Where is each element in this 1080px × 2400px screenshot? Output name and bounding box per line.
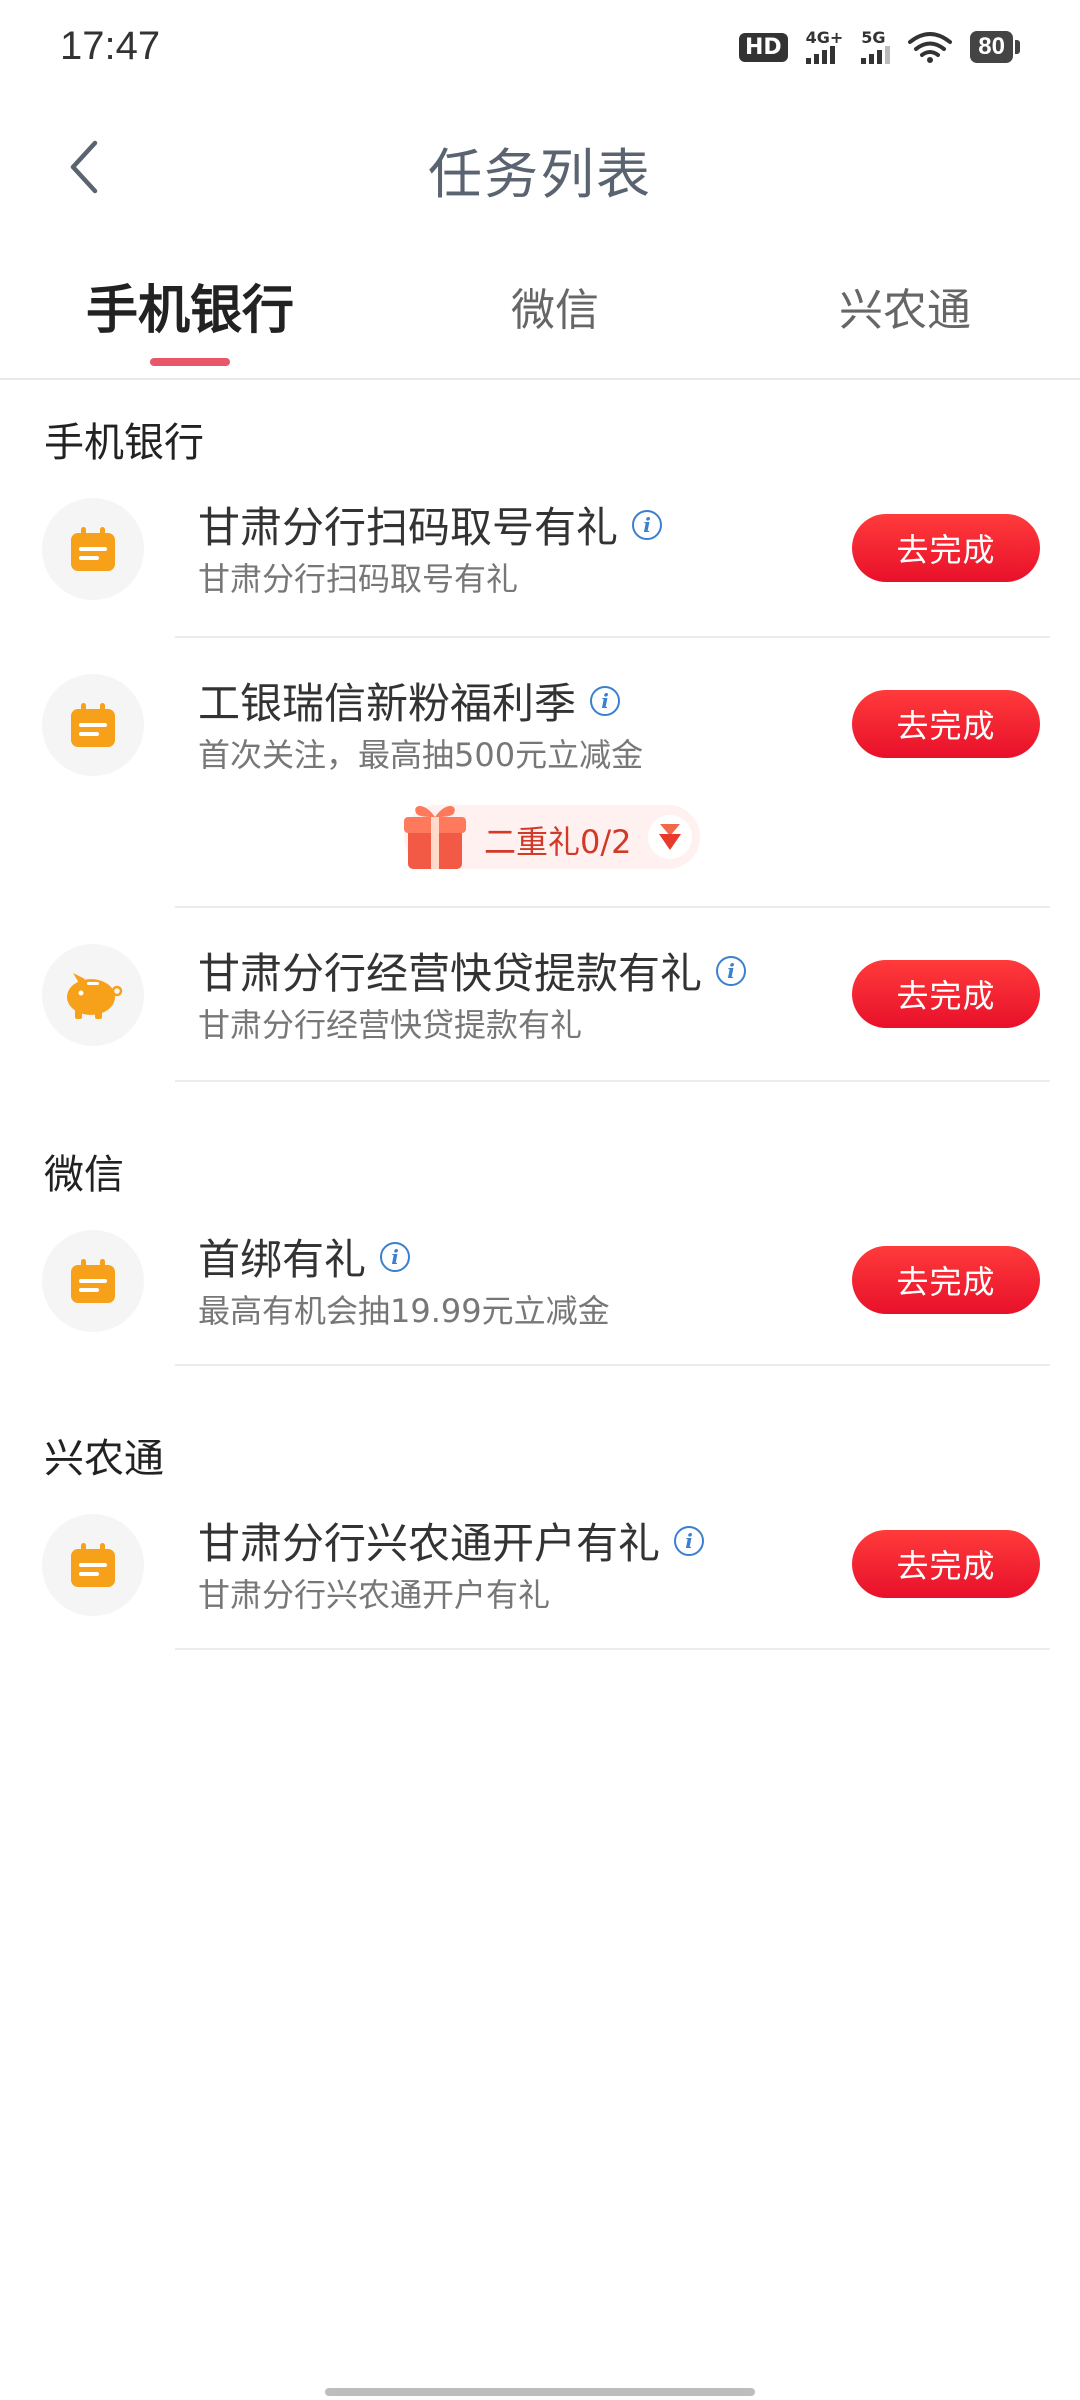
task-title-text: 甘肃分行扫码取号有礼 [198, 503, 619, 552]
go-complete-button[interactable]: 去完成 [852, 690, 1040, 758]
task-desc: 首次关注，最高抽500元立减金 [198, 736, 644, 774]
calendar-icon [71, 527, 115, 571]
task-divider [175, 906, 1050, 908]
info-icon[interactable]: i [674, 1525, 705, 1556]
section-title-xingnongtong: 兴农通 [44, 1436, 164, 1482]
task-icon-container [42, 674, 144, 776]
page-title: 任务列表 [428, 143, 652, 206]
tab-xingnongtong[interactable]: 兴农通 [800, 274, 1010, 384]
task-icon-container [42, 498, 144, 600]
task-icon-container [42, 944, 144, 1046]
reward-progress-text: 二重礼0/2 [484, 823, 632, 861]
net2-label: 5G [861, 28, 886, 47]
battery-level: 80 [970, 31, 1013, 63]
go-complete-button[interactable]: 去完成 [852, 1530, 1040, 1598]
info-icon[interactable]: i [716, 955, 747, 986]
tabs-divider [0, 378, 1080, 380]
home-indicator[interactable] [325, 2388, 755, 2396]
task-title-text: 甘肃分行兴农通开户有礼 [198, 1519, 661, 1568]
section-title-mobile-bank: 手机银行 [44, 420, 204, 466]
hd-label: HD [738, 32, 788, 62]
battery-icon: 80 [970, 31, 1020, 63]
status-time: 17:47 [60, 24, 161, 68]
task-desc: 甘肃分行扫码取号有礼 [198, 560, 519, 598]
task-icon-container [42, 1514, 144, 1616]
task-divider [175, 636, 1050, 638]
task-desc: 甘肃分行经营快贷提款有礼 [198, 1006, 583, 1044]
go-complete-button[interactable]: 去完成 [852, 1246, 1040, 1314]
task-title: 甘肃分行扫码取号有礼 i [198, 494, 663, 555]
info-icon[interactable]: i [590, 685, 621, 716]
gift-icon [404, 806, 466, 869]
task-divider [175, 1080, 1050, 1082]
wifi-icon [908, 32, 953, 63]
piggy-bank-icon [67, 973, 123, 1019]
task-desc: 最高有机会抽19.99元立减金 [198, 1292, 610, 1330]
net1-label: 4G+ [805, 28, 844, 47]
task-title: 甘肃分行经营快贷提款有礼 i [198, 940, 747, 1001]
info-icon[interactable]: i [380, 1241, 411, 1272]
tab-wechat[interactable]: 微信 [455, 274, 655, 384]
task-title: 甘肃分行兴农通开户有礼 i [198, 1510, 705, 1571]
status-icons: HD 4G+ 5G 80 [738, 28, 1020, 64]
signal-5g-icon: 5G [861, 28, 891, 64]
reward-progress-chip[interactable]: 二重礼0/2 [404, 805, 700, 869]
info-icon[interactable]: i [632, 509, 663, 540]
task-icon-container [42, 1230, 144, 1332]
calendar-icon [71, 703, 115, 747]
task-title-text: 甘肃分行经营快贷提款有礼 [198, 949, 703, 998]
task-divider [175, 1648, 1050, 1650]
signal-4g-icon: 4G+ [805, 28, 844, 64]
go-complete-button[interactable]: 去完成 [852, 514, 1040, 582]
task-title: 首绑有礼 i [198, 1226, 411, 1287]
task-desc: 甘肃分行兴农通开户有礼 [198, 1576, 551, 1614]
hd-voice-icon: HD [738, 32, 788, 62]
task-divider [175, 1364, 1050, 1366]
calendar-icon [71, 1543, 115, 1587]
task-title-text: 工银瑞信新粉福利季 [198, 679, 577, 728]
expand-arrow-icon[interactable] [648, 815, 692, 859]
task-title: 工银瑞信新粉福利季 i [198, 670, 621, 731]
task-title-text: 首绑有礼 [198, 1235, 367, 1284]
status-bar: 17:47 HD 4G+ 5G 80 [0, 0, 1080, 100]
header: 任务列表 [0, 110, 1080, 230]
go-complete-button[interactable]: 去完成 [852, 960, 1040, 1028]
section-title-wechat: 微信 [44, 1152, 124, 1198]
calendar-icon [71, 1259, 115, 1303]
tab-active-indicator [150, 358, 230, 366]
